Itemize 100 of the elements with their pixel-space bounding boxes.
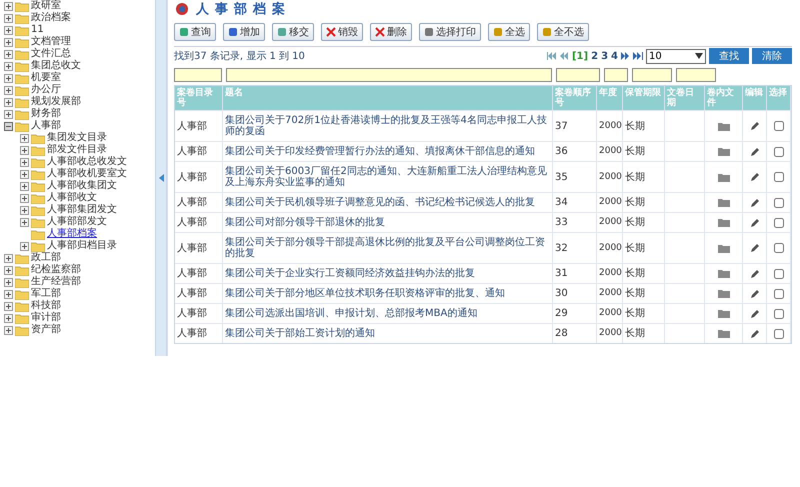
toolbar-button[interactable]: 移交 [272,23,314,41]
folder-icon[interactable] [718,172,730,182]
folder-icon[interactable] [718,244,730,252]
tree-item[interactable]: 政工部 [31,252,61,264]
clear-button[interactable]: 清除 [752,48,792,64]
page-size-select[interactable]: 10 [646,48,706,64]
toolbar-button[interactable]: 选择打印 [419,23,481,41]
table-cell[interactable]: 集团公司关于部分领导干部提高退休比例的批复及平台公司调整岗位工资的批复 [223,232,553,263]
row-checkbox[interactable] [774,146,784,156]
expand-icon[interactable] [20,206,29,214]
filter-field[interactable] [174,68,222,82]
tree-item[interactable]: 人事部收总收发文 [47,156,127,168]
row-checkbox[interactable] [774,288,784,298]
expand-icon[interactable] [4,302,13,310]
expand-icon[interactable] [4,26,13,34]
table-cell[interactable]: 集团公司关于企业实行工资额同经济效益挂钩办法的批复 [223,263,553,283]
row-checkbox[interactable] [774,198,784,208]
tree-item[interactable]: 人事部归档目录 [47,240,117,252]
expand-icon[interactable] [20,242,29,250]
expand-icon[interactable] [20,182,29,190]
tree-item[interactable]: 文档管理 [31,36,71,48]
expand-icon[interactable] [4,86,13,94]
row-checkbox[interactable] [774,172,784,182]
expand-icon[interactable] [20,218,29,226]
tree-item[interactable]: 纪检监察部 [31,264,81,276]
row-checkbox[interactable] [774,308,784,318]
row-checkbox[interactable] [774,218,784,228]
filter-field[interactable] [604,68,628,82]
folder-icon[interactable] [718,147,730,156]
tree-item[interactable]: 机要室 [31,72,61,84]
row-checkbox[interactable] [774,268,784,278]
tree-item[interactable]: 部发文件目录 [47,144,107,156]
filter-field[interactable] [226,68,552,82]
page-link[interactable]: 4 [611,50,618,62]
expand-icon[interactable] [4,290,13,298]
page-link[interactable]: 2 [591,50,598,62]
table-cell[interactable]: 集团公司关于印发经费管理暂行办法的通知、填报离休干部信息的通知 [223,141,553,161]
pencil-icon[interactable] [750,146,760,156]
folder-icon[interactable] [718,122,730,130]
tree-item[interactable]: 政治档案 [31,12,71,24]
previous-page-icon[interactable] [560,52,569,60]
tree-item[interactable]: 11 [31,24,44,36]
page-link[interactable]: [1] [572,50,588,62]
table-cell[interactable]: 集团公司关于民机领导班子调整意见的函、书记纪检书记候选人的批复 [223,192,553,212]
expand-icon[interactable] [4,74,13,82]
tree-item[interactable]: 办公厅 [31,84,61,96]
expand-icon[interactable] [4,98,13,106]
tree-item[interactable]: 生产经营部 [31,276,81,288]
expand-icon[interactable] [20,134,29,142]
folder-icon[interactable] [718,198,730,207]
expand-icon[interactable] [4,62,13,70]
expand-icon[interactable] [4,266,13,274]
tree-item[interactable]: 资产部 [31,324,61,336]
last-page-icon[interactable] [633,52,643,60]
expand-icon[interactable] [4,326,13,334]
table-cell[interactable]: 集团公司关于6003厂留任2同志的通知、大连新船重工法人治理结构意见及上海东舟实业监事的通知 [223,161,553,192]
toolbar-button[interactable]: 增加 [223,23,265,41]
expand-icon[interactable] [4,278,13,286]
expand-icon[interactable] [4,38,13,46]
expand-icon[interactable] [20,194,29,202]
toolbar-button[interactable]: 全选 [488,23,530,41]
table-cell[interactable]: 集团公司关于702所1位赴香港读博士的批复及王强等4名同志申报工人技师的复函 [223,110,553,141]
expand-icon[interactable] [4,314,13,322]
toolbar-button[interactable]: 删除 [370,23,412,41]
folder-icon[interactable] [718,269,730,278]
tree-item[interactable]: 军工部 [31,288,61,300]
table-cell[interactable]: 集团公司对部分领导干部退休的批复 [223,212,553,232]
dropdown-arrow-icon[interactable] [695,53,703,59]
tree-item[interactable]: 人事部集团发文 [47,204,117,216]
filter-field[interactable] [676,68,716,82]
tree-item[interactable]: 规划发展部 [31,96,81,108]
tree-item[interactable]: 科技部 [31,300,61,312]
pencil-icon[interactable] [750,243,760,253]
tree-item[interactable]: 人事部收集团文 [47,180,117,192]
toolbar-button[interactable]: 全不选 [537,23,589,41]
pencil-icon[interactable] [750,172,760,182]
selected-tree-link[interactable]: 人事部档案 [47,228,97,240]
tree-item[interactable]: 审计部 [31,312,61,324]
folder-icon[interactable] [718,309,730,318]
expand-icon[interactable] [4,14,13,22]
tree-item[interactable]: 集团总收文 [31,60,81,72]
tree-item[interactable]: 人事部收文 [47,192,97,204]
table-cell[interactable]: 集团公司关于部始工资计划的通知 [223,323,553,343]
row-checkbox[interactable] [774,121,784,131]
expand-icon[interactable] [4,2,13,10]
row-checkbox[interactable] [774,328,784,338]
toolbar-button[interactable]: 查询 [174,23,216,41]
expand-icon[interactable] [20,158,29,166]
toolbar-button[interactable]: 销毁 [321,23,363,41]
find-button[interactable]: 查找 [709,48,749,64]
tree-item[interactable]: 财务部 [31,108,61,120]
tree-item[interactable]: 人事部收机要室文 [47,168,127,180]
tree-item[interactable]: 人事部 [31,120,61,132]
next-page-icon[interactable] [621,52,630,60]
filter-field[interactable] [632,68,672,82]
pencil-icon[interactable] [750,121,760,131]
collapse-arrow-icon[interactable] [158,174,164,182]
tree-item[interactable]: 人事部部发文 [47,216,107,228]
folder-icon[interactable] [718,329,730,338]
folder-icon[interactable] [718,289,730,298]
